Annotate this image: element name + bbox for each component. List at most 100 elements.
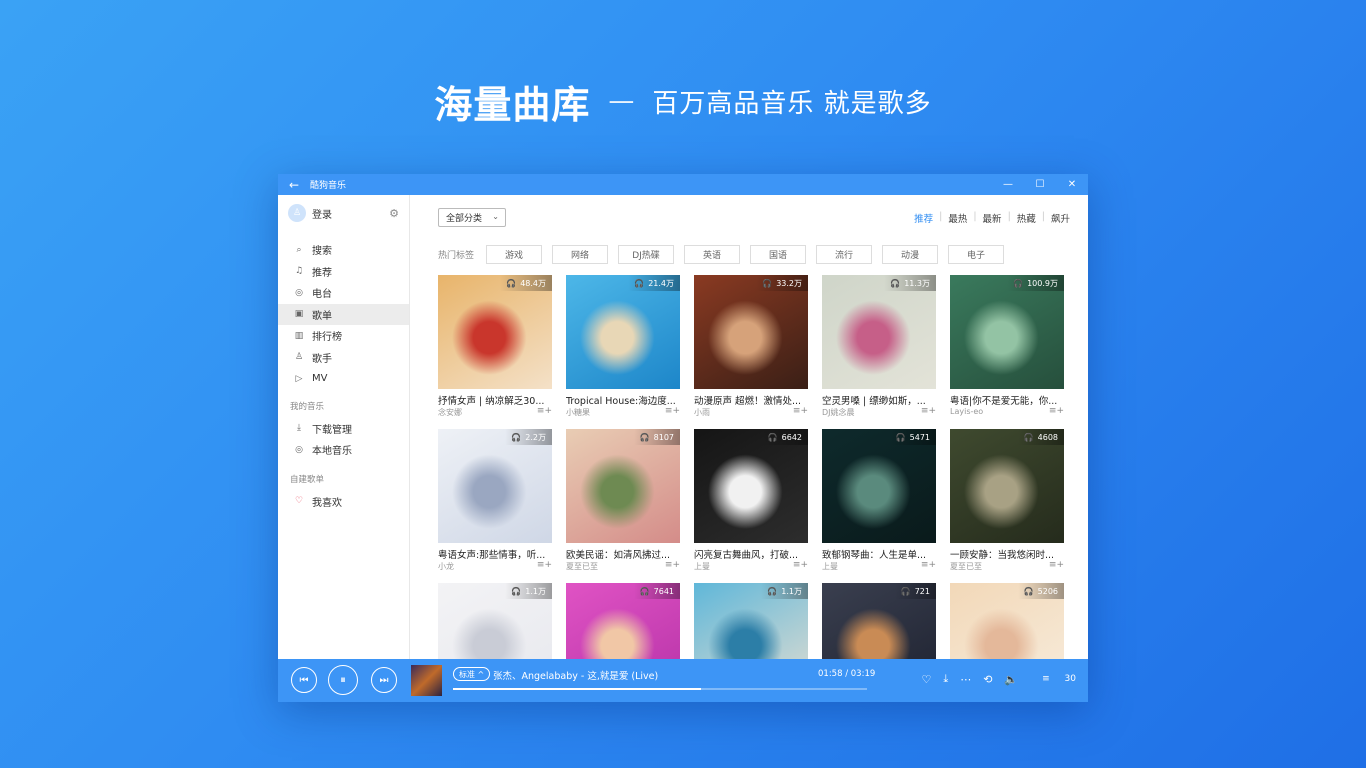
playlist-author[interactable]: 上曼 xyxy=(694,561,710,572)
playlist-card[interactable]: 🎧 1.1万 xyxy=(438,583,552,659)
sort-tab[interactable]: 热藏 xyxy=(1017,211,1036,225)
playlist-queue-button[interactable]: ≡ 30 xyxy=(1030,674,1076,684)
playlist-card[interactable]: 🎧 33.2万动漫原声 超燃！激情处... 小雨 ≡+ xyxy=(694,275,808,421)
playlist-author[interactable]: 夏至已至 xyxy=(566,561,598,572)
playlist-card[interactable]: 🎧 21.4万 Tropical House:海边度... 小糖果 ≡+ xyxy=(566,275,680,421)
add-to-list-icon[interactable]: ≡+ xyxy=(1049,560,1064,570)
playlist-card[interactable]: 🎧 5206 xyxy=(950,583,1064,659)
add-to-list-icon[interactable]: ≡+ xyxy=(1049,406,1064,416)
now-playing-cover[interactable] xyxy=(411,665,442,696)
login-row[interactable]: ♙ 登录 ⚙ xyxy=(278,195,409,231)
sidebar-item-5[interactable]: ♙ 歌手 xyxy=(278,347,409,369)
playlist-author[interactable]: Layis-eo xyxy=(950,407,983,416)
playlist-author[interactable]: DJ姚念晨 xyxy=(822,407,855,418)
tag-chip[interactable]: 流行 xyxy=(816,244,872,264)
playlist-card[interactable]: 🎧 4608 一顾安静：当我悠闲时... 夏至已至 ≡+ xyxy=(950,429,1064,575)
playlist-card[interactable]: 🎧 48.4万抒情女声 | 纳凉解乏30... 念安娜 ≡+ xyxy=(438,275,552,421)
sidebar-item-2[interactable]: ◎ 电台 xyxy=(278,282,409,304)
playlist-title[interactable]: 一顾安静：当我悠闲时... xyxy=(950,547,1064,561)
close-button[interactable]: ✕ xyxy=(1056,179,1088,190)
playlist-author[interactable]: 上曼 xyxy=(822,561,838,572)
playlist-author[interactable]: 念安娜 xyxy=(438,407,462,418)
more-icon[interactable]: ⋯ xyxy=(960,673,971,686)
playlist-card[interactable]: 🎧 8107 欧美民谣：如清风拂过... 夏至已至 ≡+ xyxy=(566,429,680,575)
playlist-card[interactable]: 🎧 11.3万空灵男嗓 | 缥缈如斯，... DJ姚念晨 ≡+ xyxy=(822,275,936,421)
sort-tab[interactable]: 最热 xyxy=(948,211,967,225)
playlist-title[interactable]: 闪亮复古舞曲风，打破... xyxy=(694,547,808,561)
playlist-title[interactable]: 空灵男嗓 | 缥缈如斯，... xyxy=(822,393,936,407)
sidebar-item-1[interactable]: ♫ 推荐 xyxy=(278,261,409,283)
add-to-list-icon[interactable]: ≡+ xyxy=(793,406,808,416)
sort-tab[interactable]: 飙升 xyxy=(1051,211,1070,225)
playlist-cover[interactable]: 🎧 33.2万 xyxy=(694,275,808,389)
sidebar-item-0[interactable]: ⤓ 下载管理 xyxy=(278,418,409,440)
playlist-cover[interactable]: 🎧 4608 xyxy=(950,429,1064,543)
playlist-title[interactable]: 抒情女声 | 纳凉解乏30... xyxy=(438,393,552,407)
gear-icon[interactable]: ⚙ xyxy=(389,207,399,220)
playlist-cover[interactable]: 🎧 100.9万 xyxy=(950,275,1064,389)
playlist-author[interactable]: 夏至已至 xyxy=(950,561,982,572)
category-select[interactable]: 全部分类 ⌄ xyxy=(438,208,506,227)
add-to-list-icon[interactable]: ≡+ xyxy=(921,406,936,416)
add-to-list-icon[interactable]: ≡+ xyxy=(665,406,680,416)
sidebar-item-3[interactable]: ▣ 歌单 xyxy=(278,303,409,325)
download-icon[interactable]: ⤓ xyxy=(943,672,948,686)
playlist-card[interactable]: 🎧 2.2万粤语女声:那些情事，听... 小龙 ≡+ xyxy=(438,429,552,575)
playlist-card[interactable]: 🎧 721 xyxy=(822,583,936,659)
playlist-title[interactable]: 动漫原声 超燃！激情处... xyxy=(694,393,808,407)
progress-bar[interactable] xyxy=(453,688,867,690)
add-to-list-icon[interactable]: ≡+ xyxy=(921,560,936,570)
avatar[interactable]: ♙ xyxy=(288,204,306,222)
playlist-card[interactable]: 🎧 1.1万 xyxy=(694,583,808,659)
playlist-title[interactable]: Tropical House:海边度... xyxy=(566,393,680,407)
playlist-cover[interactable]: 🎧 6642 xyxy=(694,429,808,543)
tag-chip[interactable]: 动漫 xyxy=(882,244,938,264)
playlist-cover[interactable]: 🎧 2.2万 xyxy=(438,429,552,543)
add-to-list-icon[interactable]: ≡+ xyxy=(793,560,808,570)
minimize-button[interactable]: — xyxy=(992,179,1024,190)
prev-button[interactable]: ⏮ xyxy=(291,667,317,693)
tag-chip[interactable]: DJ热碟 xyxy=(618,244,674,264)
playlist-cover[interactable]: 🎧 11.3万 xyxy=(822,275,936,389)
playlist-cover[interactable]: 🎧 721 xyxy=(822,583,936,659)
like-icon[interactable]: ♡ xyxy=(921,673,931,686)
back-arrow-icon[interactable]: ← xyxy=(278,178,310,192)
playlist-author[interactable]: 小龙 xyxy=(438,561,454,572)
playlist-card[interactable]: 🎧 5471 致郁钢琴曲：人生是单... 上曼 ≡+ xyxy=(822,429,936,575)
playlist-cover[interactable]: 🎧 7641 xyxy=(566,583,680,659)
sidebar-item-0[interactable]: ⌕ 搜索 xyxy=(278,239,409,261)
loop-icon[interactable]: ⟲ xyxy=(983,673,992,686)
tag-chip[interactable]: 英语 xyxy=(684,244,740,264)
playlist-cover[interactable]: 🎧 21.4万 xyxy=(566,275,680,389)
playlist-cover[interactable]: 🎧 48.4万 xyxy=(438,275,552,389)
sidebar-item-1[interactable]: ◎ 本地音乐 xyxy=(278,439,409,461)
tag-chip[interactable]: 网络 xyxy=(552,244,608,264)
sidebar-item-0[interactable]: ♡ 我喜欢 xyxy=(278,491,409,513)
playlist-title[interactable]: 粤语|你不是爱无能，你... xyxy=(950,393,1064,407)
pause-button[interactable]: ⏸ xyxy=(328,665,358,695)
sidebar-item-6[interactable]: ▷ MV xyxy=(278,368,409,390)
volume-icon[interactable]: 🔈 xyxy=(1004,673,1018,686)
login-label[interactable]: 登录 xyxy=(312,206,389,221)
add-to-list-icon[interactable]: ≡+ xyxy=(537,406,552,416)
playlist-author[interactable]: 小糖果 xyxy=(566,407,590,418)
playlist-cover[interactable]: 🎧 5206 xyxy=(950,583,1064,659)
tag-chip[interactable]: 游戏 xyxy=(486,244,542,264)
playlist-author[interactable]: 小雨 xyxy=(694,407,710,418)
playlist-title[interactable]: 粤语女声:那些情事，听... xyxy=(438,547,552,561)
playlist-cover[interactable]: 🎧 8107 xyxy=(566,429,680,543)
next-button[interactable]: ⏭ xyxy=(371,667,397,693)
sort-tab[interactable]: 推荐 xyxy=(914,211,933,225)
add-to-list-icon[interactable]: ≡+ xyxy=(665,560,680,570)
tag-chip[interactable]: 国语 xyxy=(750,244,806,264)
playlist-card[interactable]: 🎧 100.9万粤语|你不是爱无能，你... Layis-eo ≡+ xyxy=(950,275,1064,421)
playlist-card[interactable]: 🎧 6642 闪亮复古舞曲风，打破... 上曼 ≡+ xyxy=(694,429,808,575)
tag-chip[interactable]: 电子 xyxy=(948,244,1004,264)
playlist-title[interactable]: 欧美民谣：如清风拂过... xyxy=(566,547,680,561)
add-to-list-icon[interactable]: ≡+ xyxy=(537,560,552,570)
quality-badge[interactable]: 标准 ^ xyxy=(453,667,491,681)
maximize-button[interactable]: ☐ xyxy=(1024,179,1056,190)
playlist-cover[interactable]: 🎧 1.1万 xyxy=(438,583,552,659)
sort-tab[interactable]: 最新 xyxy=(983,211,1002,225)
playlist-title[interactable]: 致郁钢琴曲：人生是单... xyxy=(822,547,936,561)
